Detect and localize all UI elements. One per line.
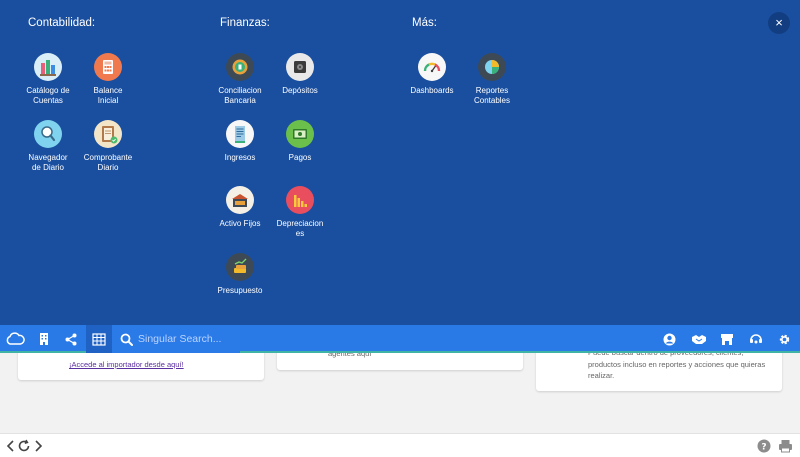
- declining-chart-icon: [286, 186, 314, 214]
- pie-report-icon: [478, 53, 506, 81]
- warehouse-icon: [226, 186, 254, 214]
- close-menu-button[interactable]: ×: [768, 12, 790, 34]
- app-label: Balance Inicial: [93, 86, 123, 105]
- search-icon[interactable]: [113, 325, 139, 353]
- column-title-contabilidad: Contabilidad:: [28, 17, 96, 29]
- forward-icon[interactable]: [33, 437, 45, 455]
- app-comprobante-diario[interactable]: Comprobante Diario: [73, 120, 143, 173]
- main-toolbar: [0, 325, 800, 353]
- magnifier-icon: [34, 120, 62, 148]
- app-presupuesto[interactable]: Presupuesto: [205, 253, 275, 296]
- cloud-icon[interactable]: [2, 325, 28, 353]
- svg-text:?: ?: [761, 443, 766, 453]
- chart-books-icon: [34, 53, 62, 81]
- gauge-icon: [418, 53, 446, 81]
- money-chart-icon: [226, 253, 254, 281]
- app-label: Presupuesto: [217, 286, 263, 295]
- column-title-mas: Más:: [412, 17, 437, 29]
- print-icon[interactable]: [776, 437, 794, 455]
- refresh-icon[interactable]: [16, 437, 32, 455]
- building-icon[interactable]: [31, 325, 57, 353]
- back-icon[interactable]: [4, 437, 16, 455]
- app-pagos[interactable]: Pagos: [265, 120, 335, 163]
- app-reportes-contables[interactable]: Reportes Contables: [457, 53, 527, 106]
- app-label: Comprobante Diario: [83, 153, 133, 172]
- column-title-finanzas: Finanzas:: [220, 17, 270, 29]
- help-icon[interactable]: ?: [756, 437, 772, 455]
- importer-link[interactable]: ¡Accede al importador desde aquí!: [69, 360, 184, 369]
- gear-icon[interactable]: [771, 325, 797, 353]
- search-info-line-2: productos incluso en reportes y acciones…: [588, 360, 766, 369]
- search-info-line-3: realizar.: [588, 371, 615, 380]
- store-icon[interactable]: [714, 325, 740, 353]
- app-label: Depósitos: [282, 86, 318, 95]
- bottom-navigation-bar: ?: [0, 433, 800, 457]
- apps-grid-icon[interactable]: [86, 325, 112, 353]
- search-input[interactable]: [138, 331, 338, 347]
- app-label: Reportes Contables: [473, 86, 511, 105]
- support-icon[interactable]: [743, 325, 769, 353]
- journal-icon: [94, 120, 122, 148]
- app-depreciaciones[interactable]: Depreciacion es: [265, 186, 335, 239]
- app-label: Depreciacion es: [276, 219, 324, 238]
- cash-icon: [286, 120, 314, 148]
- calculator-icon: [94, 53, 122, 81]
- coin-icon: [226, 53, 254, 81]
- handshake-icon[interactable]: [686, 325, 712, 353]
- app-label: Pagos: [288, 153, 312, 162]
- share-icon[interactable]: [58, 325, 84, 353]
- safe-icon: [286, 53, 314, 81]
- apps-menu-overlay: Contabilidad: Finanzas: Más: × Catálogo …: [0, 0, 800, 325]
- user-icon[interactable]: [656, 325, 682, 353]
- app-depositos[interactable]: Depósitos: [265, 53, 335, 96]
- receipt-icon: [226, 120, 254, 148]
- app-balance-inicial[interactable]: Balance Inicial: [73, 53, 143, 106]
